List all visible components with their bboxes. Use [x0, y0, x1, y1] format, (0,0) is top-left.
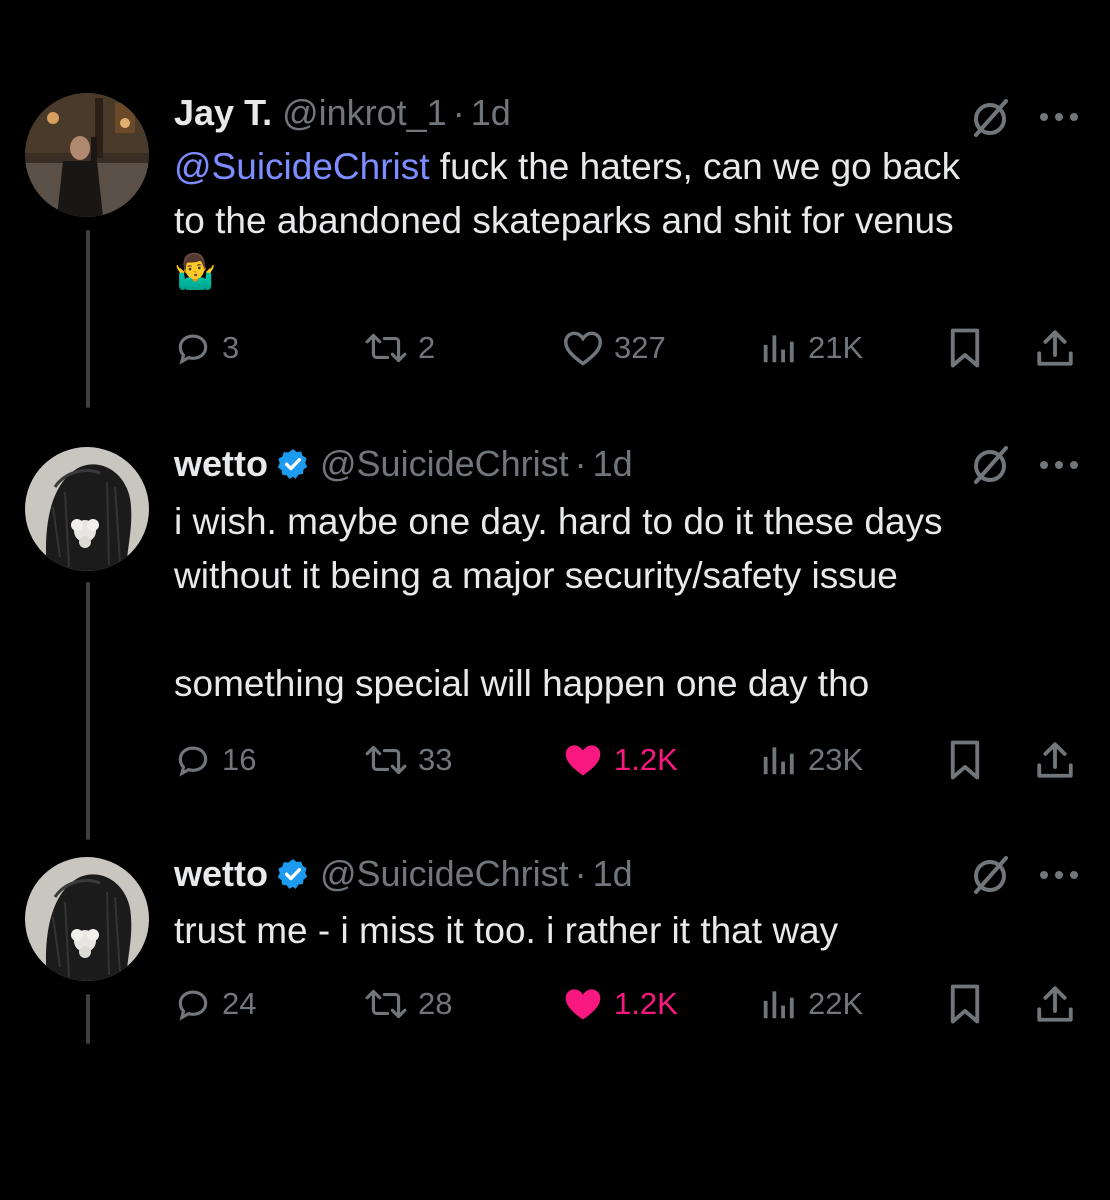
reply-icon [178, 334, 208, 365]
like-button[interactable]: 1.2K [562, 982, 678, 1026]
repost-icon [365, 745, 407, 775]
thread-line [86, 582, 90, 840]
mention-link[interactable]: @SuicideChrist [174, 146, 430, 187]
tweet-text-line2: to the abandoned skateparks and shit for… [174, 200, 954, 241]
views-icon [763, 747, 794, 775]
repost-button[interactable]: 2 [364, 326, 435, 370]
heart-filled-icon [565, 745, 601, 776]
bookmark-button[interactable] [946, 738, 984, 782]
views-count: 21K [808, 330, 864, 365]
repost-icon [365, 333, 407, 363]
repost-count: 33 [418, 742, 453, 777]
tweet-text: @SuicideChrist fuck the haters, can we g… [174, 140, 1084, 194]
separator-dot: · [452, 92, 465, 133]
handle[interactable]: @SuicideChrist [320, 444, 569, 484]
verified-badge-icon [276, 447, 310, 481]
views-count: 22K [808, 986, 864, 1021]
reply-button[interactable]: 24 [174, 982, 256, 1026]
repost-count: 28 [418, 986, 453, 1021]
views-button[interactable]: 23K [758, 738, 863, 782]
avatar[interactable] [25, 857, 149, 981]
like-button[interactable]: 327 [562, 326, 666, 370]
reply-icon [178, 990, 208, 1021]
display-name[interactable]: Jay T. [174, 93, 272, 133]
shrug-emoji: 🤷‍♂️ [174, 253, 217, 291]
reply-button[interactable]: 16 [174, 738, 256, 782]
share-icon [1037, 330, 1073, 366]
repost-button[interactable]: 28 [364, 982, 452, 1026]
tweet-actions: 3 2 327 21K [174, 326, 1084, 370]
tweet-text: i wish. maybe one day. hard to do it the… [174, 501, 943, 704]
tweet-actions: 24 28 1.2K 22K [174, 982, 1084, 1026]
tweet-header: wetto @SuicideChrist · 1d [174, 854, 633, 894]
more-icon[interactable] [1038, 868, 1080, 886]
repost-count: 2 [418, 330, 436, 365]
views-icon [763, 335, 794, 363]
timestamp[interactable]: 1d [593, 854, 633, 894]
share-icon [1037, 742, 1073, 778]
reply-button[interactable]: 3 [174, 326, 239, 370]
thread-line [86, 230, 90, 408]
separator-dot: · [574, 443, 587, 484]
tweet-text: trust me - i miss it too. i rather it th… [174, 910, 839, 951]
tweet-3[interactable]: wetto @SuicideChrist · 1d trust me - i m… [0, 840, 1110, 1060]
more-icon[interactable] [1038, 458, 1080, 476]
reply-count: 3 [222, 330, 240, 365]
share-button[interactable] [1034, 326, 1076, 370]
timestamp[interactable]: 1d [593, 444, 633, 484]
avatar[interactable] [25, 447, 149, 571]
views-button[interactable]: 22K [758, 982, 863, 1026]
tweet-2[interactable]: wetto @SuicideChrist · 1d i wish. maybe … [0, 420, 1110, 840]
repost-icon [365, 989, 407, 1019]
bookmark-button[interactable] [946, 326, 984, 370]
views-icon [763, 991, 794, 1019]
grok-icon[interactable] [968, 95, 1014, 146]
heart-filled-icon [565, 989, 601, 1020]
tweet-header: wetto @SuicideChrist · 1d [174, 444, 633, 484]
handle[interactable]: @inkrot_1 [282, 93, 447, 133]
reply-count: 16 [222, 742, 257, 777]
bookmark-icon [950, 740, 980, 780]
tweet-header: Jay T. @inkrot_1 · 1d [174, 93, 511, 133]
verified-badge-icon [276, 857, 310, 891]
timestamp[interactable]: 1d [471, 93, 511, 133]
views-button[interactable]: 21K [758, 326, 863, 370]
display-name[interactable]: wetto [174, 444, 268, 484]
bookmark-icon [950, 984, 980, 1024]
grok-icon[interactable] [968, 442, 1014, 493]
repost-button[interactable]: 33 [364, 738, 452, 782]
more-icon[interactable] [1038, 110, 1080, 128]
share-button[interactable] [1034, 982, 1076, 1026]
reply-icon [178, 746, 208, 777]
bookmark-button[interactable] [946, 982, 984, 1026]
separator-dot: · [574, 853, 587, 894]
grok-icon[interactable] [968, 852, 1014, 903]
share-button[interactable] [1034, 738, 1076, 782]
tweet-text-line1: fuck the haters, can we go back [429, 146, 961, 187]
heart-icon [563, 331, 603, 366]
thread-line [86, 994, 90, 1044]
display-name[interactable]: wetto [174, 854, 268, 894]
views-count: 23K [808, 742, 864, 777]
like-button[interactable]: 1.2K [562, 738, 678, 782]
share-icon [1037, 986, 1073, 1022]
handle[interactable]: @SuicideChrist [320, 854, 569, 894]
tweet-1[interactable]: Jay T. @inkrot_1 · 1d @SuicideChrist fuc… [0, 0, 1110, 420]
like-count: 1.2K [614, 986, 678, 1021]
reply-count: 24 [222, 986, 257, 1021]
bookmark-icon [950, 328, 980, 368]
like-count: 1.2K [614, 742, 678, 777]
like-count: 327 [614, 330, 666, 365]
tweet-actions: 16 33 1.2K 23K [174, 738, 1084, 782]
avatar[interactable] [25, 93, 149, 217]
